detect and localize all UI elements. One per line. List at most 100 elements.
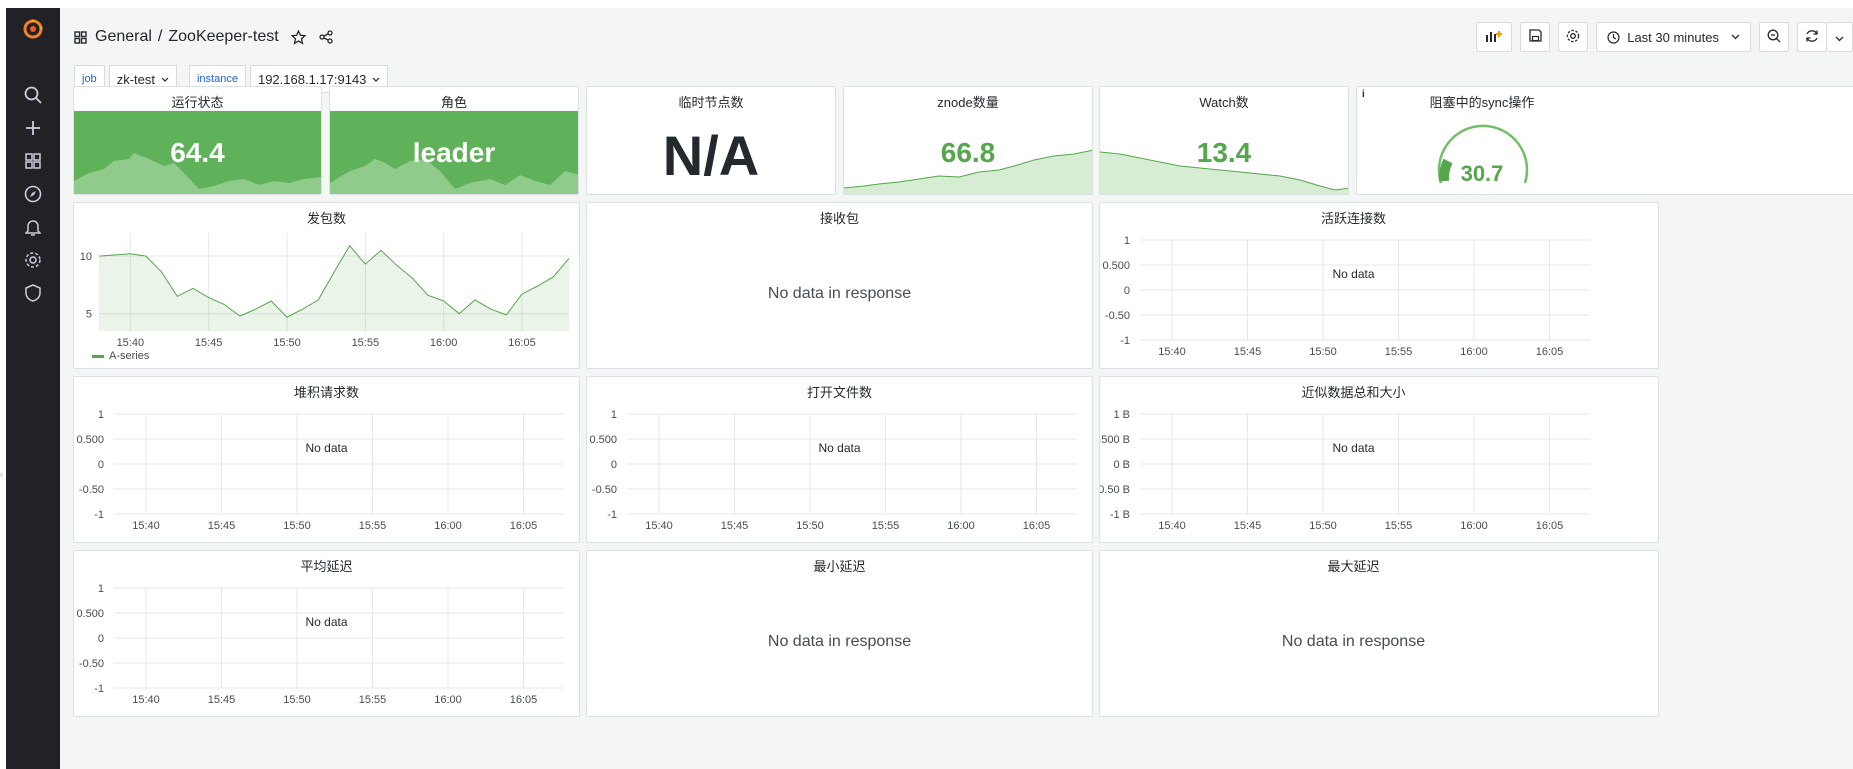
x-tick-label: 15:40 (132, 694, 160, 706)
legend[interactable]: A-series (92, 350, 149, 362)
panel-sent-packets[interactable]: 发包数 5 10 15:40 15:45 15:50 15:55 16:00 16:05 A-… (73, 202, 580, 369)
add-panel-button[interactable] (1476, 22, 1513, 52)
gauge-value: 30.7 (1460, 161, 1504, 186)
variable-value-instance: 192.168.1.17:9143 (257, 71, 367, 87)
x-tick-label: 15:45 (1234, 520, 1262, 532)
sidebar-toggle-handle[interactable]: › (0, 470, 4, 480)
save-icon (1529, 29, 1542, 45)
save-dashboard-button[interactable] (1520, 22, 1551, 52)
chart-grid (114, 587, 564, 689)
refresh-button[interactable] (1797, 22, 1827, 52)
x-tick-label: 15:40 (645, 520, 673, 532)
zoom-out-button[interactable] (1759, 22, 1789, 52)
x-tick-label: 15:50 (1309, 520, 1337, 532)
y-tick-label: -0.50 (79, 658, 104, 670)
y-tick-label: -1 (94, 683, 104, 695)
search-icon[interactable] (21, 83, 45, 107)
breadcrumb: General / ZooKeeper-test (74, 24, 333, 50)
explore-icon[interactable] (21, 182, 45, 206)
x-tick-label: 16:05 (510, 694, 538, 706)
y-tick-label: -0.50 (592, 484, 617, 496)
y-tick-label: 0 (611, 459, 617, 471)
y-tick-label: 1 B (1113, 409, 1130, 421)
dashboards-icon[interactable] (21, 149, 45, 173)
zoom-out-icon (1767, 29, 1781, 46)
x-tick-label: 16:00 (1460, 346, 1488, 358)
panel-max-latency[interactable]: 最大延迟 No data in response (1099, 550, 1659, 717)
x-tick-label: 15:50 (283, 520, 311, 532)
panel-run-status[interactable]: 运行状态 64.4 (73, 86, 322, 195)
stat-value: 13.4 (1196, 137, 1252, 168)
panel-role[interactable]: 角色 leader (329, 86, 579, 195)
y-tick-label: 0 (98, 633, 104, 645)
breadcrumb-folder[interactable]: General (95, 28, 152, 46)
panel-znode-count[interactable]: znode数量 66.8 (843, 86, 1093, 195)
y-tick-label: -0.50 (79, 484, 104, 496)
no-data-message: No data in response (767, 633, 912, 650)
plus-icon[interactable] (21, 116, 45, 140)
panel-min-latency[interactable]: 最小延迟 No data in response (586, 550, 1093, 717)
chart-grid (1140, 413, 1590, 515)
add-panel-icon (1485, 29, 1503, 46)
chart-grid (114, 413, 564, 515)
panel-title: 阻塞中的sync操作 (1429, 95, 1535, 110)
panel-received-packets[interactable]: 接收包 No data in response (586, 202, 1093, 369)
gear-icon[interactable] (21, 248, 45, 272)
series-area (99, 245, 569, 331)
bell-icon[interactable] (21, 215, 45, 239)
stat-value: leader (412, 137, 496, 168)
dashboard-settings-button[interactable] (1558, 22, 1589, 52)
x-tick-label: 15:40 (1158, 346, 1186, 358)
x-tick-label: 15:55 (359, 520, 387, 532)
panel-blocked-sync[interactable]: i 阻塞中的sync操作 30.7 (1356, 86, 1853, 195)
x-tick-label: 15:40 (132, 520, 160, 532)
main-area: General / ZooKeeper-test Last 30 minutes… (60, 8, 1853, 769)
x-tick-label: 15:45 (208, 694, 236, 706)
legend-label: A-series (109, 350, 150, 362)
panel-title: Watch数 (1199, 95, 1249, 110)
grafana-logo-icon[interactable] (20, 16, 46, 42)
panel-backlog-requests[interactable]: 堆积请求数 1 0.500 0 -0.50 -1 15:40 15:45 15:50 15:55… (73, 376, 580, 543)
star-icon[interactable] (290, 29, 306, 45)
shield-icon[interactable] (21, 281, 45, 305)
x-tick-label: 15:55 (872, 520, 900, 532)
x-tick-label: 15:45 (195, 337, 223, 349)
panel-open-files[interactable]: 打开文件数 1 0.500 0 -0.50 -1 15:40 15:45 15:50 15:55… (586, 376, 1093, 543)
stat-value: 66.8 (940, 137, 996, 168)
y-tick-label: 0 (1124, 285, 1130, 297)
panel-title: 接收包 (819, 211, 859, 226)
no-data-message: No data (1332, 267, 1375, 281)
panel-watch-count[interactable]: Watch数 13.4 (1099, 86, 1349, 195)
stat-value: N/A (662, 124, 760, 187)
x-tick-label: 15:55 (1385, 346, 1413, 358)
panel-avg-latency[interactable]: 平均延迟 1 0.500 0 -0.50 -1 15:40 15:45 15:50 15:55 1… (73, 550, 580, 717)
panel-title: 最小延迟 (813, 559, 866, 574)
x-tick-label: 16:00 (1460, 520, 1488, 532)
time-range-label: Last 30 minutes (1627, 29, 1719, 45)
x-tick-label: 15:50 (273, 337, 301, 349)
x-tick-label: 15:50 (1309, 346, 1337, 358)
panel-ephemeral-nodes[interactable]: 临时节点数 N/A (586, 86, 836, 195)
x-tick-label: 15:55 (1385, 520, 1413, 532)
variable-value-job: zk-test (116, 71, 155, 87)
panel-title: 临时节点数 (678, 95, 744, 110)
refresh-icon (1805, 29, 1819, 46)
breadcrumb-dashboard[interactable]: ZooKeeper-test (168, 28, 278, 46)
x-tick-label: 15:40 (117, 337, 145, 349)
x-tick-label: 15:55 (352, 337, 380, 349)
line-chart: 5 10 15:40 15:45 15:50 15:55 16:00 16:05 (80, 233, 570, 349)
refresh-group (1797, 22, 1853, 52)
sidebar (6, 8, 60, 769)
panel-approx-data-size[interactable]: 近似数据总和大小 1 B0.500 B0 B-0.50 B-1 B15:4015… (1099, 376, 1659, 543)
y-tick-label: -1 (94, 509, 104, 521)
x-tick-label: 16:00 (947, 520, 975, 532)
time-range-picker[interactable]: Last 30 minutes (1596, 22, 1751, 52)
share-icon[interactable] (319, 30, 333, 44)
y-tick-label: 1 (98, 409, 104, 421)
refresh-interval-button[interactable] (1827, 22, 1853, 52)
empty-line-chart: 1 B0.500 B0 B-0.50 B-1 B15:4015:4515:501… (1100, 409, 1590, 532)
y-tick-label: -1 (1120, 335, 1130, 347)
panel-active-connections[interactable]: 活跃连接数 1 0.500 0 -0.50 -1 15:40 15:45 15:50 15:55… (1099, 202, 1659, 369)
x-tick-label: 16:00 (434, 520, 462, 532)
y-tick-label: -0.50 B (1100, 484, 1130, 496)
